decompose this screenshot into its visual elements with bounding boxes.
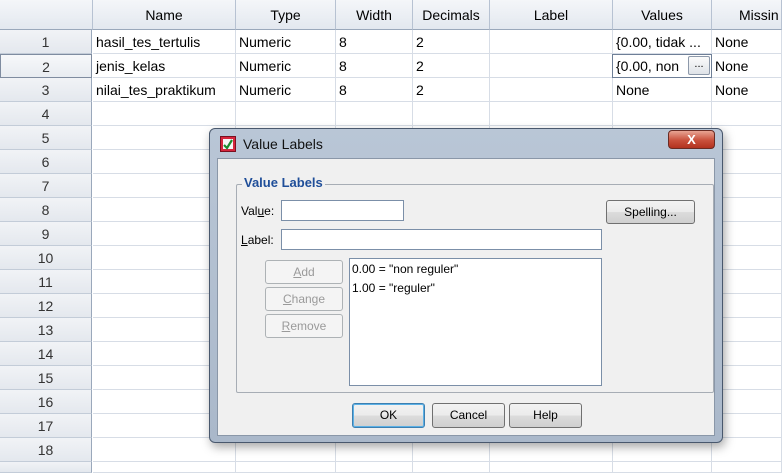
row-header[interactable]: 6 xyxy=(0,150,92,174)
column-header-values[interactable]: Values xyxy=(613,0,712,30)
values-cell-text: {0.00, non xyxy=(616,58,680,74)
empty-cell[interactable] xyxy=(413,462,490,473)
cell-missing[interactable]: None xyxy=(712,30,782,54)
ok-button[interactable]: OK xyxy=(352,403,425,428)
cell-values[interactable]: None xyxy=(613,78,712,102)
row-header[interactable] xyxy=(0,462,92,473)
remove-button[interactable]: Remove xyxy=(265,314,343,338)
corner-header xyxy=(0,0,93,30)
empty-cell[interactable] xyxy=(490,462,613,473)
cell-name[interactable]: jenis_kelas xyxy=(93,54,236,78)
cell-width[interactable]: 8 xyxy=(336,78,413,102)
cell-missing[interactable]: None xyxy=(712,78,782,102)
empty-cell[interactable] xyxy=(613,102,712,126)
value-labels-list[interactable]: 0.00 = "non reguler" 1.00 = "reguler" xyxy=(349,258,602,386)
column-header-decimals[interactable]: Decimals xyxy=(413,0,490,30)
column-header-type[interactable]: Type xyxy=(236,0,336,30)
change-button[interactable]: Change xyxy=(265,287,343,311)
row-header[interactable]: 15 xyxy=(0,366,92,390)
close-icon: X xyxy=(687,132,696,147)
column-header-label[interactable]: Label xyxy=(490,0,613,30)
row-header[interactable]: 17 xyxy=(0,414,92,438)
empty-cell[interactable] xyxy=(712,102,782,126)
empty-cell[interactable] xyxy=(490,102,613,126)
cell-label[interactable] xyxy=(490,78,613,102)
empty-cell[interactable] xyxy=(413,102,490,126)
cell-name[interactable]: hasil_tes_tertulis xyxy=(93,30,236,54)
row-header[interactable]: 9 xyxy=(0,222,92,246)
cell-width[interactable]: 8 xyxy=(336,54,413,78)
empty-cell[interactable] xyxy=(93,462,236,473)
empty-cell[interactable] xyxy=(613,462,712,473)
cell-decimals[interactable]: 2 xyxy=(413,30,490,54)
label-input[interactable] xyxy=(281,229,602,250)
empty-cell[interactable] xyxy=(236,102,336,126)
row-header[interactable]: 4 xyxy=(0,102,92,126)
cancel-button[interactable]: Cancel xyxy=(432,403,505,428)
row-header[interactable]: 7 xyxy=(0,174,92,198)
row-header[interactable]: 11 xyxy=(0,270,92,294)
row-header[interactable]: 13 xyxy=(0,318,92,342)
values-ellipsis-button[interactable]: ... xyxy=(688,56,710,75)
column-header-missing[interactable]: Missin xyxy=(712,0,782,30)
cell-type[interactable]: Numeric xyxy=(236,54,336,78)
value-labels-dialog: Value Labels X Value Labels Value: Spell… xyxy=(209,128,723,443)
row-header[interactable]: 3 xyxy=(0,78,92,102)
column-header-name[interactable]: Name xyxy=(93,0,236,30)
cell-values[interactable]: {0.00, tidak ... xyxy=(613,30,712,54)
cell-name[interactable]: nilai_tes_praktikum xyxy=(93,78,236,102)
row-header[interactable]: 5 xyxy=(0,126,92,150)
values-cell-editor[interactable]: {0.00, non ... xyxy=(612,54,712,78)
row-header[interactable]: 10 xyxy=(0,246,92,270)
cell-label[interactable] xyxy=(490,54,613,78)
value-labels-app-icon xyxy=(220,136,236,152)
spelling-button[interactable]: Spelling... xyxy=(606,200,695,224)
empty-cell[interactable] xyxy=(712,462,782,473)
dialog-title: Value Labels xyxy=(243,136,323,152)
label-field-label: Label: xyxy=(241,233,274,247)
row-header[interactable]: 14 xyxy=(0,342,92,366)
help-button[interactable]: Help xyxy=(509,403,582,428)
empty-cell[interactable] xyxy=(236,462,336,473)
empty-cell[interactable] xyxy=(336,462,413,473)
row-header[interactable]: 2 xyxy=(0,54,92,78)
column-header-width[interactable]: Width xyxy=(336,0,413,30)
dialog-body: Value Labels Value: Spelling... Label: A… xyxy=(217,158,715,436)
list-item[interactable]: 1.00 = "reguler" xyxy=(352,281,435,295)
row-header[interactable]: 1 xyxy=(0,30,92,54)
add-button[interactable]: Add xyxy=(265,260,343,284)
cell-decimals[interactable]: 2 xyxy=(413,54,490,78)
cell-width[interactable]: 8 xyxy=(336,30,413,54)
cell-missing[interactable]: None xyxy=(712,54,782,78)
close-button[interactable]: X xyxy=(668,130,715,149)
value-input[interactable] xyxy=(281,200,404,221)
row-header[interactable]: 16 xyxy=(0,390,92,414)
group-title: Value Labels xyxy=(242,175,325,190)
cell-type[interactable]: Numeric xyxy=(236,30,336,54)
row-header[interactable]: 8 xyxy=(0,198,92,222)
row-header[interactable]: 18 xyxy=(0,438,92,462)
dialog-titlebar[interactable]: Value Labels X xyxy=(210,129,722,159)
cell-label[interactable] xyxy=(490,30,613,54)
empty-cell[interactable] xyxy=(336,102,413,126)
list-item[interactable]: 0.00 = "non reguler" xyxy=(352,262,458,276)
value-field-label: Value: xyxy=(241,204,275,218)
empty-cell[interactable] xyxy=(712,438,782,462)
cell-decimals[interactable]: 2 xyxy=(413,78,490,102)
row-header[interactable]: 12 xyxy=(0,294,92,318)
cell-type[interactable]: Numeric xyxy=(236,78,336,102)
empty-cell[interactable] xyxy=(93,102,236,126)
